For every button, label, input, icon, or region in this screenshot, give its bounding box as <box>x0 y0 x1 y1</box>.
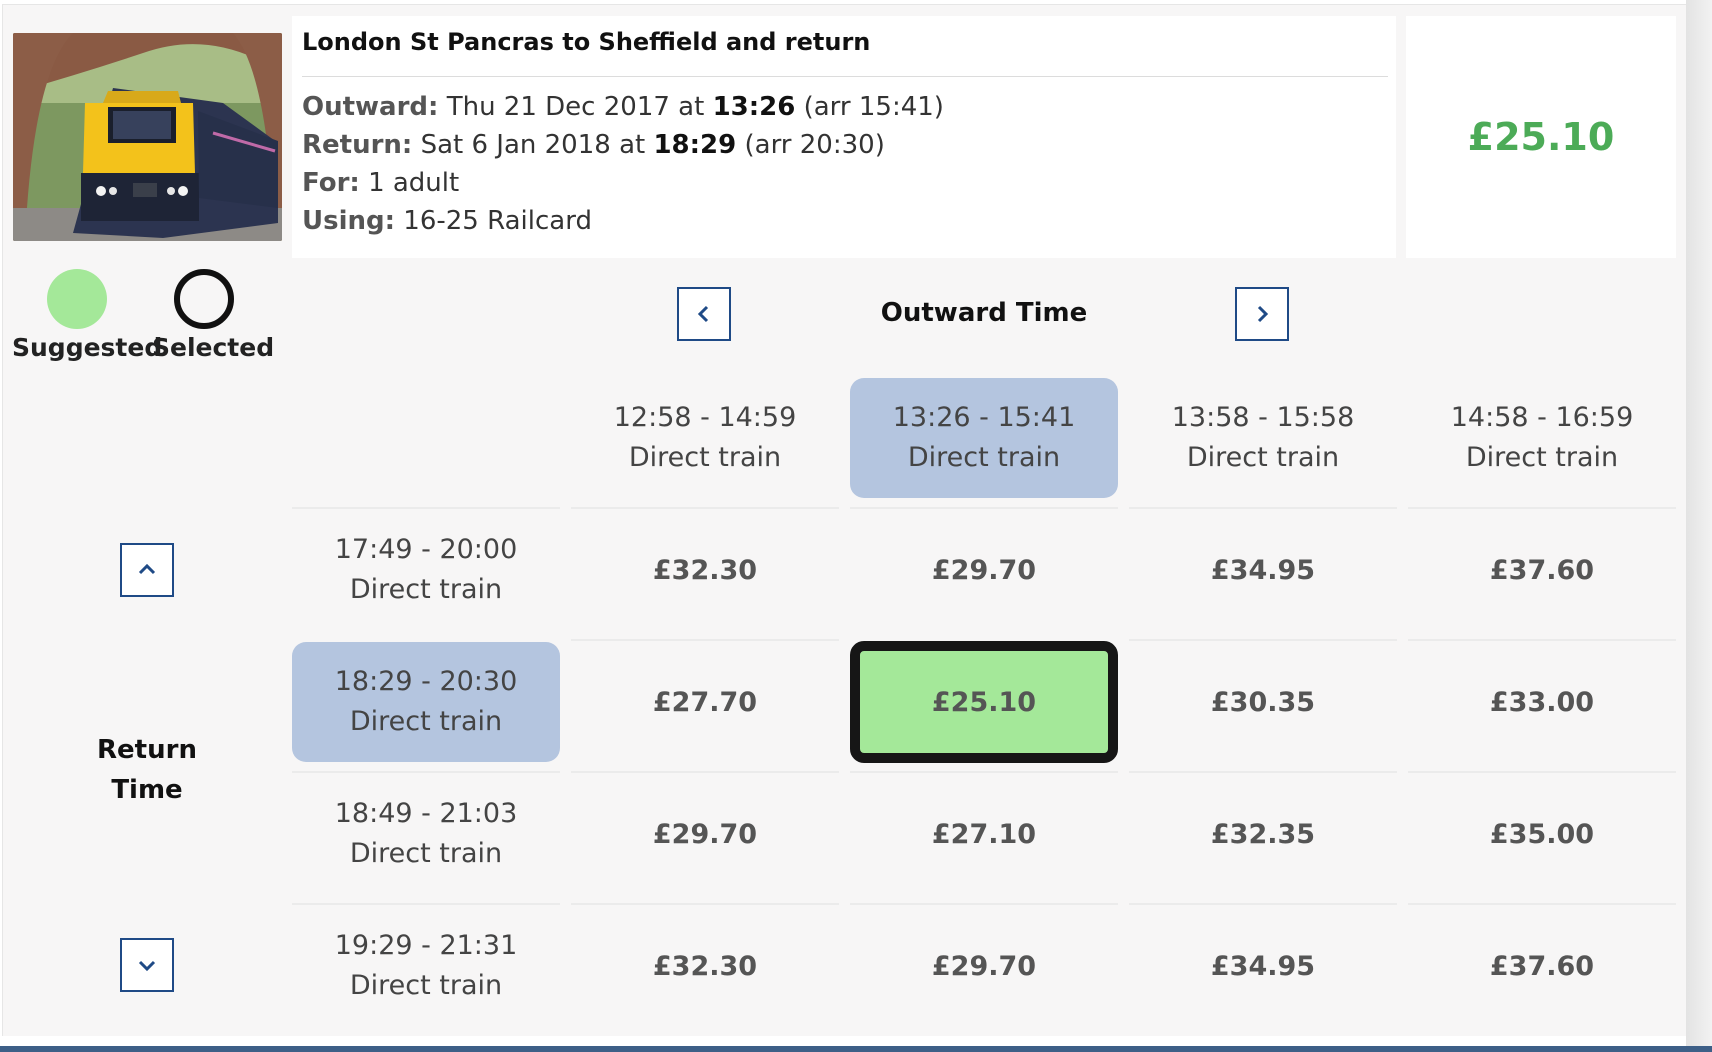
row-divider <box>571 903 839 905</box>
earlier-return-button[interactable] <box>120 543 174 597</box>
fare-cell[interactable]: £27.70 <box>571 642 839 762</box>
row-divider <box>850 771 1118 773</box>
fare-cell[interactable]: £34.95 <box>1129 906 1397 1026</box>
return-train-type: Direct train <box>349 706 503 737</box>
row-divider <box>1408 639 1676 641</box>
outward-time-range: 13:26 - 15:41 <box>892 402 1076 433</box>
fare-cell[interactable]: £29.70 <box>571 774 839 894</box>
row-divider <box>292 507 560 509</box>
window-edge <box>1686 0 1712 1052</box>
row-divider <box>1129 903 1397 905</box>
fare-cell[interactable]: £35.00 <box>1408 774 1676 894</box>
fare-cell[interactable]: £32.35 <box>1129 774 1397 894</box>
row-divider <box>850 507 1118 509</box>
suggested-legend-dot <box>47 269 107 329</box>
return-train-type: Direct train <box>349 838 503 869</box>
for-label: For: <box>302 168 360 198</box>
outward-train-type: Direct train <box>628 442 782 473</box>
outward-label: Outward: <box>302 92 439 122</box>
row-divider <box>1129 507 1397 509</box>
outward-time-range: 13:58 - 15:58 <box>1171 402 1355 433</box>
using-value: 16-25 Railcard <box>403 206 592 236</box>
return-arrival: (arr 20:30) <box>744 130 885 160</box>
return-depart-time: 18:29 <box>653 130 737 160</box>
row-divider <box>571 507 839 509</box>
return-time-option[interactable]: 17:49 - 20:00 Direct train <box>292 510 560 630</box>
fare-cell[interactable]: £32.30 <box>571 906 839 1026</box>
outward-time-option[interactable]: 13:58 - 15:58 Direct train <box>1129 378 1397 498</box>
legend-selected-label: Selected <box>152 333 275 362</box>
outward-time-option-active[interactable]: 13:26 - 15:41 Direct train <box>850 378 1118 498</box>
return-train-type: Direct train <box>349 574 503 605</box>
outward-summary: Outward: Thu 21 Dec 2017 at 13:26 (arr 1… <box>302 92 944 122</box>
outward-arrival: (arr 15:41) <box>803 92 944 122</box>
return-train-type: Direct train <box>349 970 503 1001</box>
outward-time-range: 14:58 - 16:59 <box>1450 402 1634 433</box>
return-time-option[interactable]: 19:29 - 21:31 Direct train <box>292 906 560 1026</box>
journey-title: London St Pancras to Sheffield and retur… <box>302 28 871 56</box>
return-heading-line2: Time <box>111 775 183 805</box>
row-divider <box>292 903 560 905</box>
row-divider <box>850 903 1118 905</box>
title-divider <box>302 76 1388 77</box>
fare-cell[interactable]: £37.60 <box>1408 510 1676 630</box>
total-price: £25.10 <box>1467 115 1615 159</box>
outward-train-type: Direct train <box>907 442 1061 473</box>
train-photo <box>13 33 282 241</box>
return-heading-line1: Return <box>97 735 197 765</box>
chevron-left-icon <box>697 305 709 323</box>
fare-cell[interactable]: £37.60 <box>1408 906 1676 1026</box>
fare-cell[interactable]: £29.70 <box>850 510 1118 630</box>
fare-cell[interactable]: £30.35 <box>1129 642 1397 762</box>
return-summary: Return: Sat 6 Jan 2018 at 18:29 (arr 20:… <box>302 130 885 160</box>
row-divider <box>1129 639 1397 641</box>
return-time-range: 19:29 - 21:31 <box>334 930 518 961</box>
legend-suggested-label: Suggested <box>12 333 163 362</box>
outward-time-range: 12:58 - 14:59 <box>613 402 797 433</box>
using-label: Using: <box>302 206 396 236</box>
row-divider <box>1408 507 1676 509</box>
total-price-card: £25.10 <box>1406 16 1676 258</box>
fare-cell[interactable]: £32.30 <box>571 510 839 630</box>
bottom-bar <box>0 1046 1712 1052</box>
row-divider <box>571 639 839 641</box>
outward-train-type: Direct train <box>1465 442 1619 473</box>
outward-train-type: Direct train <box>1186 442 1340 473</box>
return-time-option-active[interactable]: 18:29 - 20:30 Direct train <box>292 642 560 762</box>
earlier-outward-button[interactable] <box>677 287 731 341</box>
row-divider <box>571 771 839 773</box>
return-time-range: 17:49 - 20:00 <box>334 534 518 565</box>
outward-date: Thu 21 Dec 2017 at <box>446 92 705 122</box>
fare-cell-selected[interactable]: £25.10 <box>850 641 1118 763</box>
passengers-summary: For: 1 adult <box>302 168 459 198</box>
row-divider <box>292 771 560 773</box>
later-outward-button[interactable] <box>1235 287 1289 341</box>
journey-summary-card: London St Pancras to Sheffield and retur… <box>292 16 1396 258</box>
later-return-button[interactable] <box>120 938 174 992</box>
fare-cell[interactable]: £33.00 <box>1408 642 1676 762</box>
railcard-summary: Using: 16-25 Railcard <box>302 206 592 236</box>
outward-time-option[interactable]: 14:58 - 16:59 Direct train <box>1408 378 1676 498</box>
fare-cell[interactable]: £29.70 <box>850 906 1118 1026</box>
chevron-right-icon <box>1257 305 1269 323</box>
row-divider <box>1408 903 1676 905</box>
chevron-down-icon <box>138 960 156 972</box>
return-time-range: 18:49 - 21:03 <box>334 798 518 829</box>
return-time-heading: Return Time <box>40 730 254 810</box>
fare-cell[interactable]: £27.10 <box>850 774 1118 894</box>
for-value: 1 adult <box>368 168 460 198</box>
return-date: Sat 6 Jan 2018 at <box>420 130 646 160</box>
outward-depart-time: 13:26 <box>712 92 796 122</box>
row-divider <box>1129 771 1397 773</box>
row-divider <box>1408 771 1676 773</box>
return-time-range: 18:29 - 20:30 <box>334 666 518 697</box>
chevron-up-icon <box>138 563 156 575</box>
selected-legend-ring <box>174 269 234 329</box>
outward-time-heading: Outward Time <box>880 298 1088 328</box>
return-time-option[interactable]: 18:49 - 21:03 Direct train <box>292 774 560 894</box>
outward-time-option[interactable]: 12:58 - 14:59 Direct train <box>571 378 839 498</box>
fare-cell[interactable]: £34.95 <box>1129 510 1397 630</box>
return-label: Return: <box>302 130 413 160</box>
